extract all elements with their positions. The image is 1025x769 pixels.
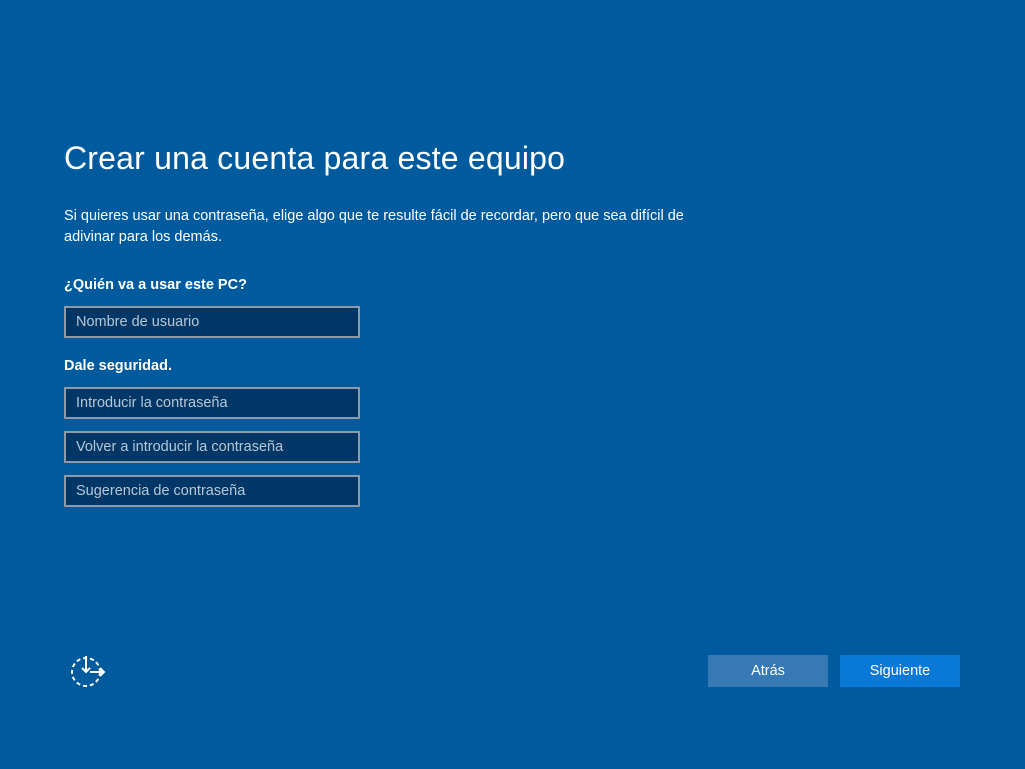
confirm-password-input[interactable] [64,431,360,463]
security-section-label: Dale seguridad. [64,358,172,374]
back-button[interactable]: Atrás [708,655,828,687]
username-input[interactable] [64,306,360,338]
ease-of-access-glyph [71,656,106,687]
page-description: Si quieres usar una contraseña, elige al… [64,208,684,245]
page-title: Crear una cuenta para este equipo [64,140,566,176]
ease-of-access-icon[interactable] [68,653,108,689]
password-hint-input[interactable] [64,475,360,507]
user-section-label: ¿Quién va a usar este PC? [64,277,247,293]
password-input[interactable] [64,387,360,419]
next-button[interactable]: Siguiente [840,655,960,687]
